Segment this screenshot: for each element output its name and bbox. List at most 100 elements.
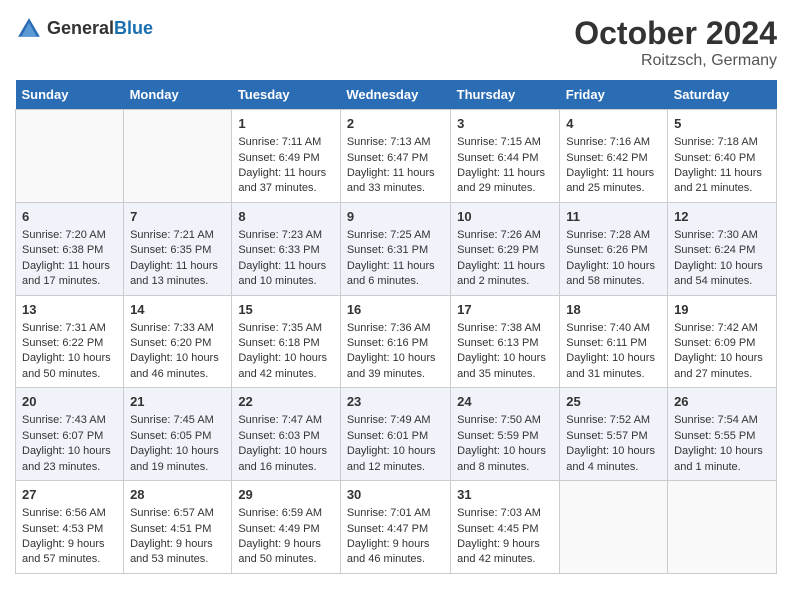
sunset-text: Sunset: 6:22 PM bbox=[22, 336, 117, 351]
sunrise-text: Sunrise: 7:26 AM bbox=[457, 228, 553, 243]
sunset-text: Sunset: 6:09 PM bbox=[674, 336, 770, 351]
daylight-text: Daylight: 11 hours and 2 minutes. bbox=[457, 259, 553, 290]
sunset-text: Sunset: 6:47 PM bbox=[347, 151, 444, 166]
daylight-text: Daylight: 11 hours and 6 minutes. bbox=[347, 259, 444, 290]
sunrise-text: Sunrise: 7:33 AM bbox=[130, 321, 225, 336]
day-number: 9 bbox=[347, 208, 444, 226]
calendar-cell: 20Sunrise: 7:43 AMSunset: 6:07 PMDayligh… bbox=[16, 388, 124, 481]
day-number: 29 bbox=[238, 486, 334, 504]
day-number: 13 bbox=[22, 301, 117, 319]
sunrise-text: Sunrise: 7:54 AM bbox=[674, 413, 770, 428]
daylight-text: Daylight: 10 hours and 46 minutes. bbox=[130, 351, 225, 382]
sunset-text: Sunset: 5:57 PM bbox=[566, 429, 661, 444]
sunset-text: Sunset: 6:11 PM bbox=[566, 336, 661, 351]
sunrise-text: Sunrise: 7:01 AM bbox=[347, 506, 444, 521]
sunset-text: Sunset: 6:07 PM bbox=[22, 429, 117, 444]
sunrise-text: Sunrise: 6:59 AM bbox=[238, 506, 334, 521]
calendar-cell: 17Sunrise: 7:38 AMSunset: 6:13 PMDayligh… bbox=[451, 295, 560, 388]
calendar-cell: 18Sunrise: 7:40 AMSunset: 6:11 PMDayligh… bbox=[560, 295, 668, 388]
sunrise-text: Sunrise: 7:43 AM bbox=[22, 413, 117, 428]
daylight-text: Daylight: 10 hours and 31 minutes. bbox=[566, 351, 661, 382]
daylight-text: Daylight: 9 hours and 50 minutes. bbox=[238, 537, 334, 568]
daylight-text: Daylight: 10 hours and 8 minutes. bbox=[457, 444, 553, 475]
month-title: October 2024 bbox=[574, 15, 777, 52]
sunset-text: Sunset: 6:35 PM bbox=[130, 243, 225, 258]
sunrise-text: Sunrise: 7:47 AM bbox=[238, 413, 334, 428]
header-day-saturday: Saturday bbox=[668, 80, 777, 110]
day-number: 7 bbox=[130, 208, 225, 226]
logo: GeneralBlue bbox=[15, 15, 153, 43]
calendar-cell: 22Sunrise: 7:47 AMSunset: 6:03 PMDayligh… bbox=[232, 388, 341, 481]
calendar-cell bbox=[124, 110, 232, 203]
day-number: 2 bbox=[347, 115, 444, 133]
day-number: 11 bbox=[566, 208, 661, 226]
day-number: 26 bbox=[674, 393, 770, 411]
calendar-week-row: 27Sunrise: 6:56 AMSunset: 4:53 PMDayligh… bbox=[16, 481, 777, 574]
daylight-text: Daylight: 11 hours and 10 minutes. bbox=[238, 259, 334, 290]
daylight-text: Daylight: 10 hours and 39 minutes. bbox=[347, 351, 444, 382]
sunrise-text: Sunrise: 7:50 AM bbox=[457, 413, 553, 428]
header-day-sunday: Sunday bbox=[16, 80, 124, 110]
calendar-cell: 28Sunrise: 6:57 AMSunset: 4:51 PMDayligh… bbox=[124, 481, 232, 574]
daylight-text: Daylight: 10 hours and 12 minutes. bbox=[347, 444, 444, 475]
daylight-text: Daylight: 10 hours and 58 minutes. bbox=[566, 259, 661, 290]
sunrise-text: Sunrise: 7:42 AM bbox=[674, 321, 770, 336]
day-number: 30 bbox=[347, 486, 444, 504]
sunrise-text: Sunrise: 7:13 AM bbox=[347, 135, 444, 150]
daylight-text: Daylight: 10 hours and 19 minutes. bbox=[130, 444, 225, 475]
calendar-cell: 10Sunrise: 7:26 AMSunset: 6:29 PMDayligh… bbox=[451, 202, 560, 295]
sunset-text: Sunset: 6:31 PM bbox=[347, 243, 444, 258]
calendar-header-row: SundayMondayTuesdayWednesdayThursdayFrid… bbox=[16, 80, 777, 110]
calendar-cell: 14 Sunrise: 7:33 AMSunset: 6:20 PMDayligh… bbox=[124, 295, 232, 388]
calendar-cell: 16Sunrise: 7:36 AMSunset: 6:16 PMDayligh… bbox=[340, 295, 450, 388]
daylight-text: Daylight: 10 hours and 50 minutes. bbox=[22, 351, 117, 382]
day-number: 6 bbox=[22, 208, 117, 226]
calendar-cell: 29Sunrise: 6:59 AMSunset: 4:49 PMDayligh… bbox=[232, 481, 341, 574]
header-day-monday: Monday bbox=[124, 80, 232, 110]
calendar-cell bbox=[560, 481, 668, 574]
sunrise-text: Sunrise: 7:38 AM bbox=[457, 321, 553, 336]
sunset-text: Sunset: 6:01 PM bbox=[347, 429, 444, 444]
sunset-text: Sunset: 6:42 PM bbox=[566, 151, 661, 166]
calendar-cell: 30Sunrise: 7:01 AMSunset: 4:47 PMDayligh… bbox=[340, 481, 450, 574]
calendar-cell: 23Sunrise: 7:49 AMSunset: 6:01 PMDayligh… bbox=[340, 388, 450, 481]
day-number: 17 bbox=[457, 301, 553, 319]
day-number: 14 bbox=[130, 301, 225, 319]
daylight-text: Daylight: 10 hours and 16 minutes. bbox=[238, 444, 334, 475]
daylight-text: Daylight: 10 hours and 35 minutes. bbox=[457, 351, 553, 382]
sunrise-text: Sunrise: 7:16 AM bbox=[566, 135, 661, 150]
sunset-text: Sunset: 6:24 PM bbox=[674, 243, 770, 258]
day-number: 24 bbox=[457, 393, 553, 411]
sunrise-text: Sunrise: 7:11 AM bbox=[238, 135, 334, 150]
logo-icon bbox=[15, 15, 43, 43]
daylight-text: Daylight: 11 hours and 33 minutes. bbox=[347, 166, 444, 197]
day-number: 5 bbox=[674, 115, 770, 133]
calendar-cell: 1Sunrise: 7:11 AMSunset: 6:49 PMDaylight… bbox=[232, 110, 341, 203]
sunrise-text: Sunrise: 7:49 AM bbox=[347, 413, 444, 428]
day-number: 31 bbox=[457, 486, 553, 504]
daylight-text: Daylight: 10 hours and 27 minutes. bbox=[674, 351, 770, 382]
header-day-wednesday: Wednesday bbox=[340, 80, 450, 110]
sunset-text: Sunset: 6:20 PM bbox=[130, 336, 225, 351]
header-day-thursday: Thursday bbox=[451, 80, 560, 110]
sunrise-text: Sunrise: 6:56 AM bbox=[22, 506, 117, 521]
day-number: 1 bbox=[238, 115, 334, 133]
calendar-cell: 15Sunrise: 7:35 AMSunset: 6:18 PMDayligh… bbox=[232, 295, 341, 388]
logo-general: GeneralBlue bbox=[47, 19, 153, 39]
calendar-cell: 21Sunrise: 7:45 AMSunset: 6:05 PMDayligh… bbox=[124, 388, 232, 481]
sunset-text: Sunset: 4:53 PM bbox=[22, 522, 117, 537]
calendar-week-row: 6Sunrise: 7:20 AMSunset: 6:38 PMDaylight… bbox=[16, 202, 777, 295]
calendar-cell: 3Sunrise: 7:15 AMSunset: 6:44 PMDaylight… bbox=[451, 110, 560, 203]
calendar-cell: 7Sunrise: 7:21 AMSunset: 6:35 PMDaylight… bbox=[124, 202, 232, 295]
sunrise-text: Sunrise: 7:31 AM bbox=[22, 321, 117, 336]
sunset-text: Sunset: 6:26 PM bbox=[566, 243, 661, 258]
sunrise-text: Sunrise: 7:20 AM bbox=[22, 228, 117, 243]
calendar-cell: 26Sunrise: 7:54 AMSunset: 5:55 PMDayligh… bbox=[668, 388, 777, 481]
sunrise-text: Sunrise: 7:28 AM bbox=[566, 228, 661, 243]
sunset-text: Sunset: 4:47 PM bbox=[347, 522, 444, 537]
sunrise-text: Sunrise: 7:21 AM bbox=[130, 228, 225, 243]
day-number: 21 bbox=[130, 393, 225, 411]
sunset-text: Sunset: 4:51 PM bbox=[130, 522, 225, 537]
daylight-text: Daylight: 10 hours and 4 minutes. bbox=[566, 444, 661, 475]
day-number: 10 bbox=[457, 208, 553, 226]
